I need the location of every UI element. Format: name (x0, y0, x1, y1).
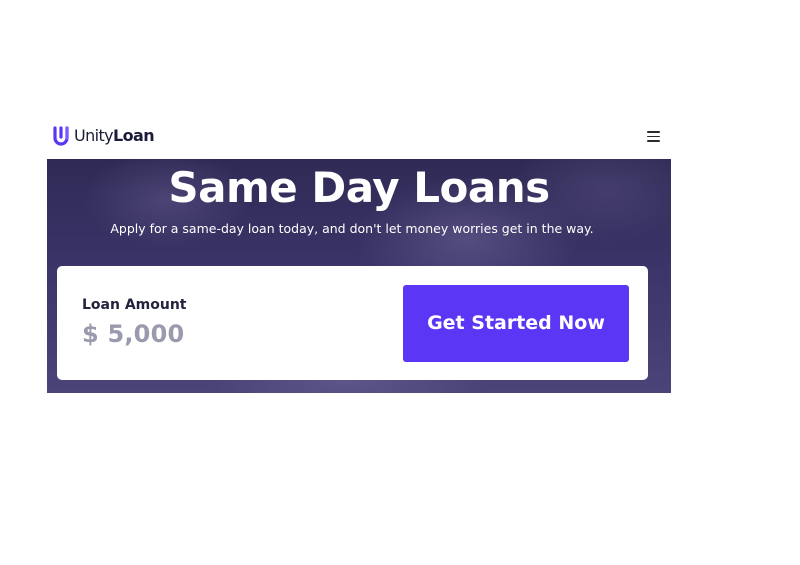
hero-title: Same Day Loans (168, 163, 550, 212)
brand-logo[interactable]: UnityLoan (53, 125, 155, 147)
loan-amount-label: Loan Amount (82, 297, 187, 313)
brand-name-bold: Loan (113, 126, 155, 145)
hero-subtitle: Apply for a same-day loan today, and don… (110, 221, 594, 236)
top-nav: UnityLoan (47, 112, 671, 159)
unityloan-logo-icon (53, 126, 69, 146)
hamburger-menu-icon[interactable] (646, 129, 662, 143)
hero-section: Same Day Loans Apply for a same-day loan… (47, 159, 671, 393)
brand-name-light: Unity (74, 126, 114, 145)
brand-wordmark: UnityLoan (74, 126, 155, 146)
loan-amount-field[interactable]: $ 5,000 (82, 319, 184, 349)
get-started-button[interactable]: Get Started Now (403, 285, 629, 362)
landing-page: UnityLoan Same Day Loans Apply for a sam… (47, 112, 671, 393)
loan-amount-card: Loan Amount $ 5,000 Get Started Now (57, 266, 648, 380)
